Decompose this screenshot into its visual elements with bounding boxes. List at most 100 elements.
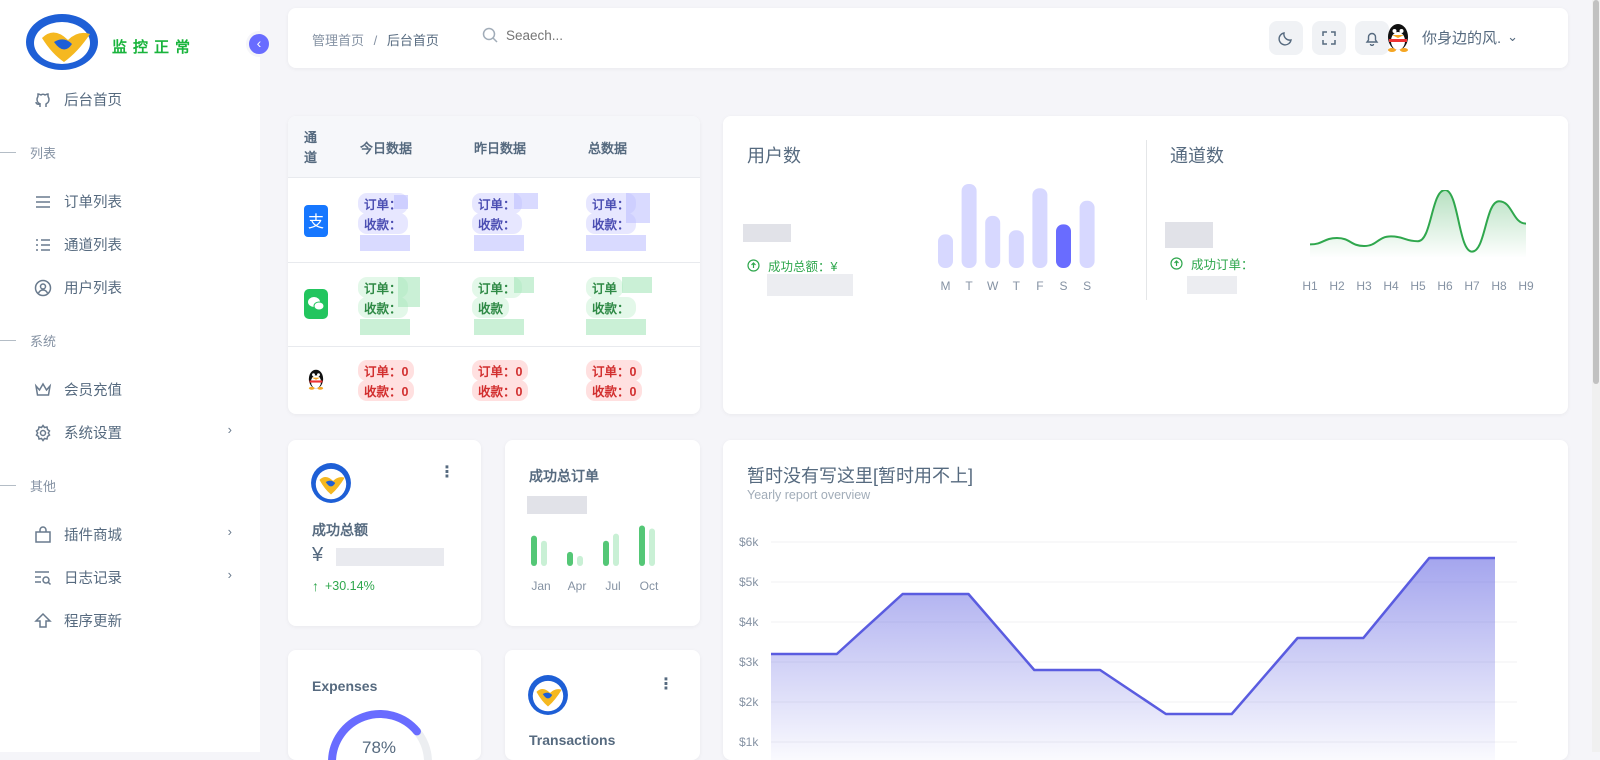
income-tag: 收款：0 [586,380,643,401]
expenses-title: Expenses [312,678,378,694]
table-row: 订单：0 收款：0 订单：0 收款：0 订单：0 收款：0 [288,347,700,414]
more-options-icon[interactable]: ⋮ [658,674,674,694]
sidebar-item-users[interactable]: 用户列表 [32,277,232,298]
sidebar-item-membership[interactable]: 会员充值 [32,379,232,400]
users-bar [1008,230,1024,268]
users-x-tick: S [1083,279,1091,293]
crown-icon [32,380,54,400]
more-options-icon[interactable]: ⋮ [439,462,455,482]
sidebar-item-plugins[interactable]: 插件商城 › [32,524,232,545]
channels-x-tick: H5 [1410,279,1426,293]
redacted-value [360,319,410,335]
income-tag: 收款： [472,213,522,234]
sidebar-item-update[interactable]: 程序更新 [32,610,232,631]
y-tick: $4k [739,615,759,629]
channels-x-tick: H7 [1464,279,1480,293]
chevron-right-icon: › [227,567,232,582]
chevron-right-icon: › [227,422,232,437]
github-icon [32,90,54,110]
orders-card: 成功总订单 Jan Apr Jul Oct [505,440,700,626]
column-header: 今日数据 [360,141,413,156]
order-tag: 订单 [586,277,624,298]
app-logo-icon [528,675,568,715]
sidebar-item-channels[interactable]: 通道列表 [32,234,232,255]
yearly-report-card: 暂时没有写这里[暂时用不上] Yearly report overview $6… [723,440,1568,760]
users-sub-label-text: 成功总额：¥ [768,260,838,274]
orders-x-tick: Apr [568,579,587,593]
app-logo-icon [311,463,351,503]
list-icon [32,235,54,255]
users-bar [1056,224,1071,268]
report-subtitle: Yearly report overview [747,488,871,502]
search-box [482,27,726,43]
transactions-title: Transactions [529,732,616,748]
users-channels-card: 用户数 成功总额：¥ MTWTFSS 通道数 成功订单： H1 H2 H3 H4 H5 H… [723,116,1568,414]
collapse-sidebar-button[interactable]: ‹ [246,31,272,57]
users-x-tick: T [1013,279,1021,293]
channels-card-title: 通道数 [1170,146,1224,166]
section-label: 列表 [0,143,56,162]
search-input[interactable] [506,27,726,43]
amount-card: ⋮ 成功总额 ¥ ↑ +30.14% [288,440,481,626]
user-menu[interactable]: 你身边的风. ⌄ [1384,21,1518,53]
y-tick: $6k [739,535,759,549]
redacted-value [360,235,410,251]
qq-icon [308,369,324,390]
redacted-value [514,193,538,209]
arrow-up-icon: ↑ [312,578,319,594]
dark-mode-button[interactable] [1269,21,1303,55]
currency-symbol: ¥ [312,544,324,566]
table-header: 通道 今日数据 昨日数据 总数据 [288,116,700,178]
username: 你身边的风. [1422,29,1502,47]
gear-icon [32,423,54,443]
order-tag: 订单：0 [358,360,415,381]
redacted-value [474,235,524,251]
redacted-value [626,193,650,223]
channels-x-tick: H1 [1303,279,1318,293]
redacted-value [1187,276,1237,294]
svg-text:支: 支 [308,212,324,231]
orders-bar [541,540,547,566]
sidebar-item-label: 系统设置 [64,426,122,442]
redacted-value [336,548,444,566]
fullscreen-button[interactable] [1312,21,1346,55]
orders-bar [649,528,655,566]
sidebar-item-dashboard[interactable]: 后台首页 [32,89,232,110]
y-tick: $1k [739,735,759,749]
search-icon [482,27,498,43]
sidebar-item-orders[interactable]: 订单列表 [32,191,232,212]
users-sub-label: 成功总额：¥ [747,256,837,275]
user-circle-icon [32,278,54,298]
breadcrumb-root[interactable]: 管理首页 [312,33,364,48]
column-header: 总数据 [588,141,628,156]
orders-x-tick: Jul [605,579,620,593]
sidebar-item-label: 用户列表 [64,281,122,297]
sidebar-item-logs[interactable]: 日志记录 › [32,567,232,588]
orders-bar [639,525,645,566]
section-label: 其他 [0,476,56,495]
channels-line-chart: H1 H2 H3 H4 H5 H6 H7 H8 H9 [1303,190,1534,293]
users-bar [1032,188,1048,268]
sidebar-item-label: 会员充值 [64,383,122,399]
brand-status: 监控正常 [112,39,197,56]
orders-bar [531,535,537,566]
amount-title: 成功总额 [312,522,368,538]
users-x-tick: W [987,279,999,293]
sidebar-item-settings[interactable]: 系统设置 › [32,422,232,443]
sidebar-item-label: 程序更新 [64,614,122,630]
chevron-right-icon: › [227,524,232,539]
channels-x-tick: H9 [1518,279,1534,293]
channels-x-tick: H6 [1437,279,1453,293]
arrow-up-circle-icon [1170,257,1183,270]
report-area [771,558,1495,760]
page-scrollbar[interactable] [1592,0,1600,752]
redacted-value [394,195,408,209]
column-header: 通道 [304,130,318,165]
scrollbar-thumb[interactable] [1593,0,1599,384]
log-search-icon [32,568,54,588]
sidebar-item-label: 通道列表 [64,238,122,254]
report-title: 暂时没有写这里[暂时用不上] [747,466,974,486]
orders-bar [567,551,573,566]
users-card-title: 用户数 [747,146,801,166]
app-logo-icon [26,14,98,70]
